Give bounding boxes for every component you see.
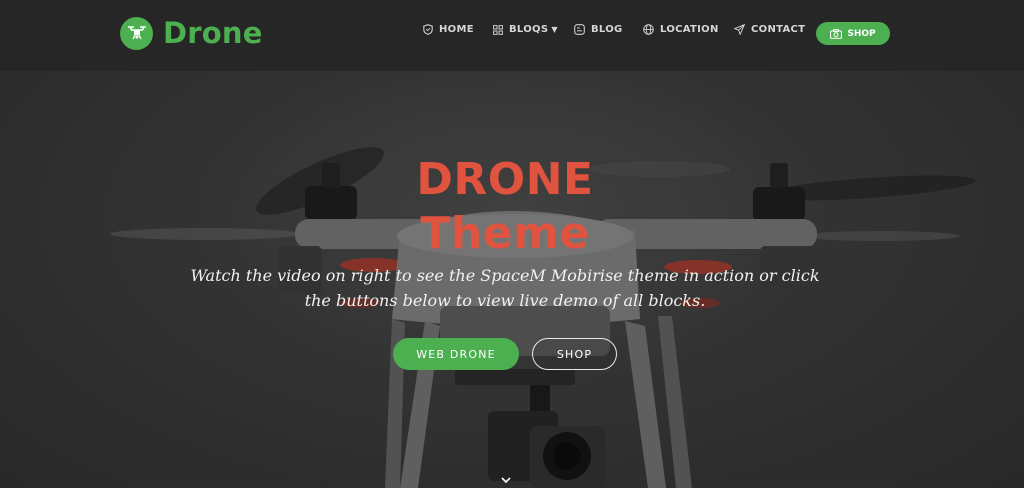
nav-item-home[interactable]: HOME <box>423 24 474 35</box>
grid-icon <box>493 24 503 35</box>
nav-item-location[interactable]: LOCATION <box>643 24 719 35</box>
shop-nav-button[interactable]: SHOP <box>816 22 890 45</box>
nav-item-label: HOME <box>439 24 474 35</box>
nav-item-label: LOCATION <box>660 24 719 35</box>
hero-description: Watch the video on right to see the Spac… <box>190 266 820 310</box>
nav-item-contact[interactable]: CONTACT <box>734 24 805 35</box>
shield-icon <box>423 24 433 35</box>
shop-hero-button[interactable]: SHOP <box>532 338 617 370</box>
web-drone-button[interactable]: WEB DRONE <box>393 338 519 370</box>
hero-title-line1: DRONE <box>416 154 594 205</box>
caret-down-icon: ▼ <box>551 25 558 34</box>
blog-icon <box>574 24 585 35</box>
nav-item-label: CONTACT <box>751 24 806 35</box>
drone-icon <box>120 16 153 50</box>
camera-icon <box>830 28 843 39</box>
hero-section: DRONE Theme Watch the video on right to … <box>0 71 1024 488</box>
navbar: Drone HOME BLOQS ▼ BLOG LOCATION CONTACT… <box>0 0 1024 71</box>
chevron-down-icon[interactable] <box>498 473 514 485</box>
nav-item-blog[interactable]: BLOG <box>574 24 623 35</box>
nav-item-bloqs[interactable]: BLOQS ▼ <box>493 24 558 35</box>
brand[interactable]: Drone <box>120 16 263 50</box>
globe-icon <box>643 24 654 35</box>
shop-nav-label: SHOP <box>847 28 876 39</box>
nav-item-label: BLOG <box>591 24 623 35</box>
nav-item-label: BLOQS <box>509 24 549 35</box>
brand-name[interactable]: Drone <box>163 16 263 50</box>
send-icon <box>734 24 745 35</box>
hero-title-line2: Theme <box>420 208 590 259</box>
